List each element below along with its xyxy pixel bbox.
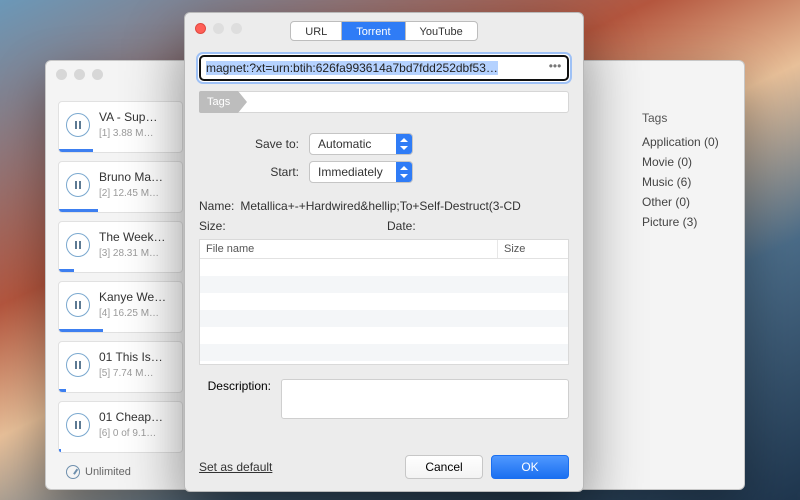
zoom-icon	[92, 69, 103, 80]
set-as-default-link[interactable]: Set as default	[199, 460, 272, 474]
tag-item[interactable]: Other (0)	[642, 195, 732, 209]
name-label: Name:	[199, 199, 234, 213]
download-item[interactable]: Bruno Ma… [2] 12.45 M…	[58, 161, 183, 213]
tab-youtube[interactable]: YouTube	[405, 22, 477, 40]
download-title: The Week…	[99, 230, 165, 244]
progress-bar	[59, 269, 74, 272]
pause-icon[interactable]	[66, 413, 90, 437]
download-title: Bruno Ma…	[99, 170, 163, 184]
source-type-tabs[interactable]: URL Torrent YouTube	[290, 21, 478, 41]
tags-input[interactable]	[199, 91, 569, 113]
download-item[interactable]: The Week… [3] 28.31 M…	[58, 221, 183, 273]
download-subtitle: [6] 0 of 9.1…	[99, 428, 156, 439]
minimize-icon	[74, 69, 85, 80]
col-file-name[interactable]: File name	[200, 240, 498, 258]
download-title: VA - Sup…	[99, 110, 157, 124]
tags-sidebar: Tags Application (0) Movie (0) Music (6) Ot…	[642, 101, 732, 477]
download-title: 01 Cheap…	[99, 410, 163, 424]
tab-torrent[interactable]: Torrent	[341, 22, 404, 40]
tag-item[interactable]: Movie (0)	[642, 155, 732, 169]
close-icon	[56, 69, 67, 80]
pause-icon[interactable]	[66, 233, 90, 257]
file-list-body	[200, 259, 568, 361]
pause-icon[interactable]	[66, 353, 90, 377]
magnet-url-input[interactable]	[199, 55, 569, 81]
ellipsis-icon[interactable]: •••	[545, 59, 565, 77]
size-label: Size:	[199, 219, 226, 233]
start-select[interactable]: Immediately	[309, 161, 413, 183]
file-list-table[interactable]: File name Size	[199, 239, 569, 365]
start-label: Start:	[199, 165, 299, 179]
tag-item[interactable]: Application (0)	[642, 135, 732, 149]
progress-bar	[59, 449, 61, 452]
download-subtitle: [2] 12.45 M…	[99, 188, 159, 199]
add-download-dialog: URL Torrent YouTube ••• Tags Save to: Au…	[184, 12, 584, 492]
download-title: 01 This Is…	[99, 350, 163, 364]
progress-bar	[59, 149, 93, 152]
save-to-select[interactable]: Automatic	[309, 133, 413, 155]
progress-bar	[59, 389, 66, 392]
pause-icon[interactable]	[66, 113, 90, 137]
tag-item[interactable]: Picture (3)	[642, 215, 732, 229]
speed-indicator[interactable]: Unlimited	[66, 465, 131, 479]
download-subtitle: [1] 3.88 M…	[99, 128, 153, 139]
close-icon[interactable]	[195, 23, 206, 34]
download-item[interactable]: 01 Cheap… [6] 0 of 9.1…	[58, 401, 183, 453]
save-to-label: Save to:	[199, 137, 299, 151]
description-input[interactable]	[281, 379, 569, 419]
description-label: Description:	[199, 379, 271, 419]
traffic-lights	[195, 23, 242, 34]
tags-chip: Tags	[199, 91, 238, 113]
chevron-updown-icon	[396, 134, 412, 154]
col-size[interactable]: Size	[498, 240, 568, 258]
progress-bar	[59, 209, 98, 212]
progress-bar	[59, 329, 103, 332]
download-subtitle: [3] 28.31 M…	[99, 248, 159, 259]
downloads-list: VA - Sup… [1] 3.88 M… Bruno Ma… [2] 12.45 M…	[58, 101, 183, 477]
download-item[interactable]: VA - Sup… [1] 3.88 M…	[58, 101, 183, 153]
pause-icon[interactable]	[66, 293, 90, 317]
download-title: Kanye We…	[99, 290, 166, 304]
download-subtitle: [5] 7.74 M…	[99, 368, 153, 379]
date-label: Date:	[387, 219, 416, 233]
minimize-icon	[213, 23, 224, 34]
gauge-icon	[66, 465, 80, 479]
ok-button[interactable]: OK	[491, 455, 569, 479]
tab-url[interactable]: URL	[291, 22, 341, 40]
traffic-lights-inactive	[56, 69, 103, 80]
tags-header: Tags	[642, 111, 732, 125]
dialog-titlebar: URL Torrent YouTube	[185, 13, 583, 49]
cancel-button[interactable]: Cancel	[405, 455, 483, 479]
download-subtitle: [4] 16.25 M…	[99, 308, 159, 319]
pause-icon[interactable]	[66, 173, 90, 197]
zoom-icon	[231, 23, 242, 34]
speed-label: Unlimited	[85, 466, 131, 478]
tag-item[interactable]: Music (6)	[642, 175, 732, 189]
download-item[interactable]: 01 This Is… [5] 7.74 M…	[58, 341, 183, 393]
name-value: Metallica+-+Hardwired&hellip;To+Self-Des…	[240, 199, 520, 213]
download-item[interactable]: Kanye We… [4] 16.25 M…	[58, 281, 183, 333]
chevron-updown-icon	[396, 162, 412, 182]
